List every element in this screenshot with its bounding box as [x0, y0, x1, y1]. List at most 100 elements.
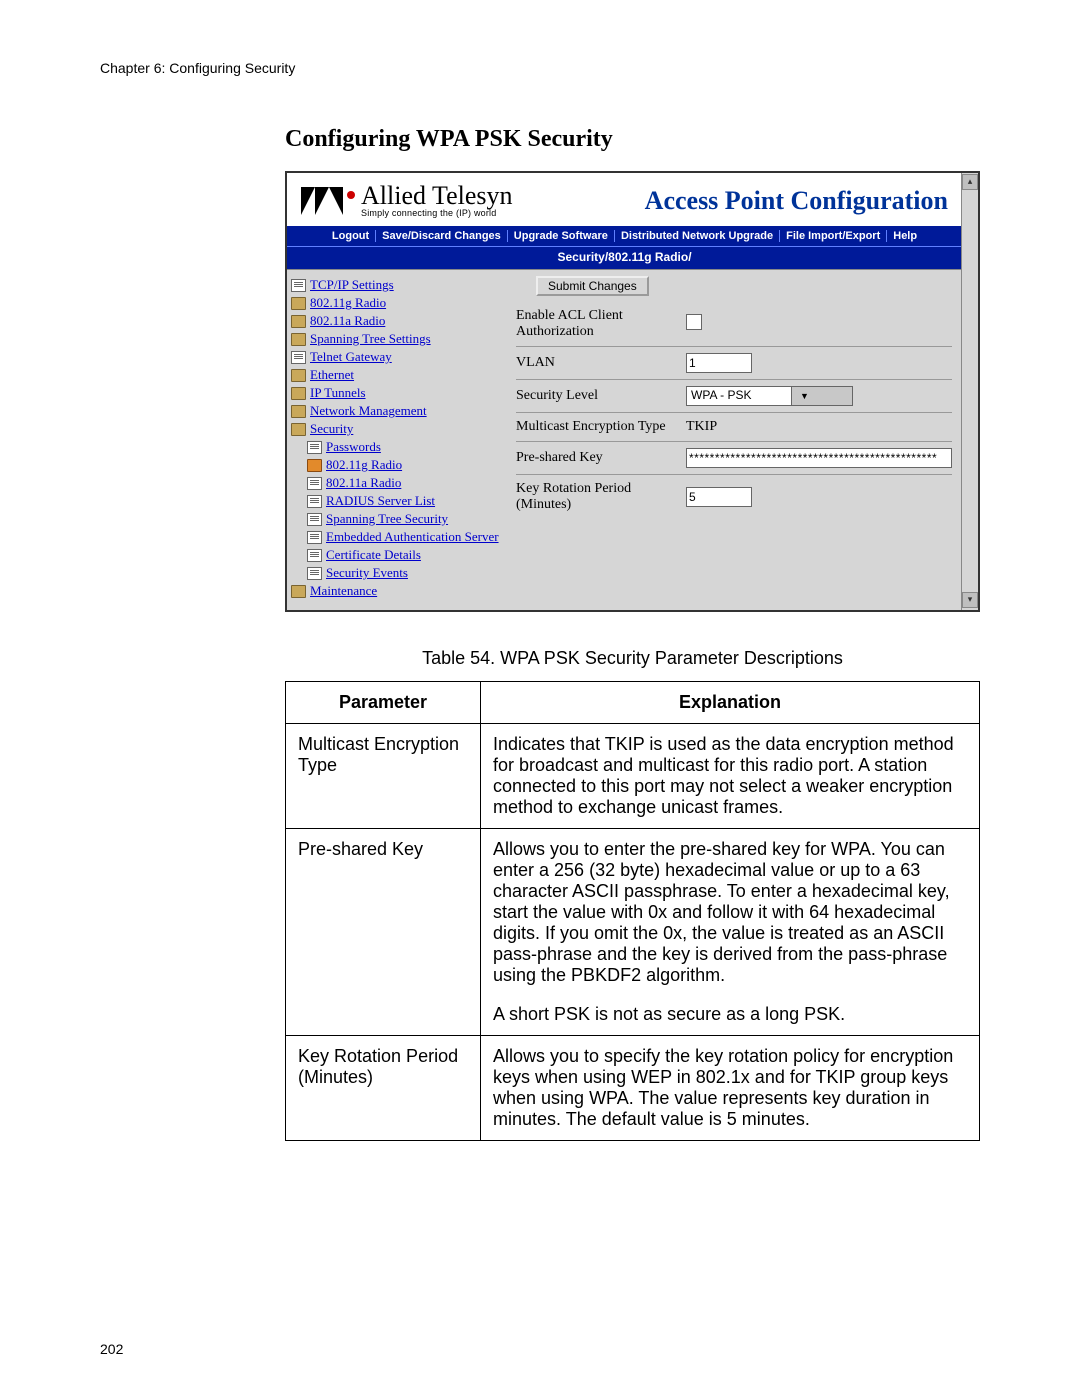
select-security-level-value: WPA - PSK	[687, 387, 791, 405]
chapter-header: Chapter 6: Configuring Security	[100, 60, 980, 76]
col-parameter: Parameter	[286, 682, 481, 724]
input-rotation[interactable]	[686, 487, 752, 507]
folder-icon	[291, 405, 306, 418]
nav-item[interactable]: IP Tunnels	[291, 384, 502, 402]
page-icon	[307, 441, 322, 454]
nav-item-label[interactable]: IP Tunnels	[310, 384, 366, 402]
nav-item[interactable]: Passwords	[291, 438, 502, 456]
folder-icon	[291, 423, 306, 436]
section-title: Configuring WPA PSK Security	[285, 126, 980, 153]
folder-icon	[291, 387, 306, 400]
nav-item[interactable]: Security	[291, 420, 502, 438]
table-row: Key Rotation Period (Minutes) Allows you…	[286, 1036, 980, 1141]
folder-icon	[291, 315, 306, 328]
input-vlan[interactable]	[686, 353, 752, 373]
menu-dist-upgrade[interactable]: Distributed Network Upgrade	[615, 230, 780, 242]
scrollbar[interactable]: ▴ ▾	[961, 173, 978, 610]
row-rotation: Key Rotation Period (Minutes)	[516, 475, 952, 519]
table-caption: Table 54. WPA PSK Security Parameter Des…	[285, 648, 980, 669]
side-nav: TCP/IP Settings802.11g Radio802.11a Radi…	[287, 270, 506, 610]
top-menu: Logout Save/Discard Changes Upgrade Soft…	[287, 226, 962, 246]
nav-item[interactable]: Security Events	[291, 564, 502, 582]
row-security-level: Security Level WPA - PSK ▼	[516, 380, 952, 413]
cell-param: Key Rotation Period (Minutes)	[286, 1036, 481, 1141]
row-psk: Pre-shared Key	[516, 442, 952, 475]
nav-item-label[interactable]: TCP/IP Settings	[310, 276, 394, 294]
param-table: Parameter Explanation Multicast Encrypti…	[285, 681, 980, 1141]
nav-item[interactable]: Certificate Details	[291, 546, 502, 564]
page-icon	[307, 477, 322, 490]
cell-param: Multicast Encryption Type	[286, 724, 481, 829]
nav-item-label[interactable]: Maintenance	[310, 582, 377, 600]
label-security-level: Security Level	[516, 388, 686, 404]
menu-save-discard[interactable]: Save/Discard Changes	[376, 230, 508, 242]
label-acl: Enable ACL Client Authorization	[516, 308, 686, 340]
nav-item[interactable]: 802.11g Radio	[291, 456, 502, 474]
nav-item[interactable]: RADIUS Server List	[291, 492, 502, 510]
nav-item-label[interactable]: Security Events	[326, 564, 408, 582]
menu-upgrade[interactable]: Upgrade Software	[508, 230, 615, 242]
nav-item[interactable]: 802.11g Radio	[291, 294, 502, 312]
nav-item-label[interactable]: Ethernet	[310, 366, 354, 384]
nav-item[interactable]: Spanning Tree Security	[291, 510, 502, 528]
app-title: Access Point Configuration	[645, 186, 948, 216]
nav-item[interactable]: TCP/IP Settings	[291, 276, 502, 294]
nav-item-label[interactable]: 802.11g Radio	[310, 294, 386, 312]
config-screenshot: ▴ ▾ Allied Telesyn Simply connecting the…	[285, 171, 980, 612]
folder-icon	[291, 369, 306, 382]
page-icon	[307, 513, 322, 526]
page-icon	[307, 531, 322, 544]
chevron-down-icon: ▼	[791, 387, 852, 405]
nav-item-label[interactable]: Telnet Gateway	[310, 348, 392, 366]
submit-changes-button[interactable]: Submit Changes	[536, 276, 649, 296]
label-rotation: Key Rotation Period (Minutes)	[516, 481, 686, 513]
page-icon	[307, 495, 322, 508]
input-psk[interactable]	[686, 448, 952, 468]
nav-item-label[interactable]: Embedded Authentication Server	[326, 528, 499, 546]
cell-expl: Allows you to enter the pre-shared key f…	[481, 829, 980, 1036]
table-header-row: Parameter Explanation	[286, 682, 980, 724]
brand-text: Allied Telesyn	[361, 181, 513, 210]
checkbox-acl[interactable]	[686, 314, 702, 330]
value-multicast-enc: TKIP	[686, 419, 952, 435]
menu-logout[interactable]: Logout	[326, 230, 376, 242]
page-icon	[291, 279, 306, 292]
nav-item-label[interactable]: 802.11g Radio	[326, 456, 402, 474]
scroll-down-icon[interactable]: ▾	[962, 592, 978, 608]
nav-item[interactable]: Embedded Authentication Server	[291, 528, 502, 546]
folder-icon	[291, 585, 306, 598]
nav-item[interactable]: Telnet Gateway	[291, 348, 502, 366]
table-row: Multicast Encryption Type Indicates that…	[286, 724, 980, 829]
nav-item-label[interactable]: Spanning Tree Security	[326, 510, 448, 528]
cell-expl: Indicates that TKIP is used as the data …	[481, 724, 980, 829]
menu-import-export[interactable]: File Import/Export	[780, 230, 887, 242]
nav-item[interactable]: Network Management	[291, 402, 502, 420]
brand-logo-icon	[301, 187, 347, 215]
nav-item-label[interactable]: Passwords	[326, 438, 381, 456]
nav-item[interactable]: Maintenance	[291, 582, 502, 600]
nav-item[interactable]: Spanning Tree Settings	[291, 330, 502, 348]
label-vlan: VLAN	[516, 355, 686, 371]
nav-item[interactable]: 802.11a Radio	[291, 312, 502, 330]
page-icon	[307, 549, 322, 562]
row-vlan: VLAN	[516, 347, 952, 380]
content-area: TCP/IP Settings802.11g Radio802.11a Radi…	[287, 269, 962, 610]
banner: Allied Telesyn Simply connecting the (IP…	[287, 173, 962, 226]
nav-item-label[interactable]: RADIUS Server List	[326, 492, 435, 510]
scroll-up-icon[interactable]: ▴	[962, 174, 978, 190]
nav-item-label[interactable]: Spanning Tree Settings	[310, 330, 431, 348]
nav-item-label[interactable]: 802.11a Radio	[326, 474, 401, 492]
nav-item-label[interactable]: Network Management	[310, 402, 427, 420]
nav-item-label[interactable]: 802.11a Radio	[310, 312, 385, 330]
label-multicast-enc: Multicast Encryption Type	[516, 419, 686, 435]
select-security-level[interactable]: WPA - PSK ▼	[686, 386, 853, 406]
menu-help[interactable]: Help	[887, 230, 923, 242]
cell-expl-p2: A short PSK is not as secure as a long P…	[493, 1004, 845, 1024]
cell-param: Pre-shared Key	[286, 829, 481, 1036]
nav-item[interactable]: Ethernet	[291, 366, 502, 384]
nav-item-label[interactable]: Security	[310, 420, 353, 438]
nav-item[interactable]: 802.11a Radio	[291, 474, 502, 492]
nav-item-label[interactable]: Certificate Details	[326, 546, 421, 564]
label-psk: Pre-shared Key	[516, 450, 686, 466]
cell-expl-p1: Allows you to enter the pre-shared key f…	[493, 839, 950, 985]
